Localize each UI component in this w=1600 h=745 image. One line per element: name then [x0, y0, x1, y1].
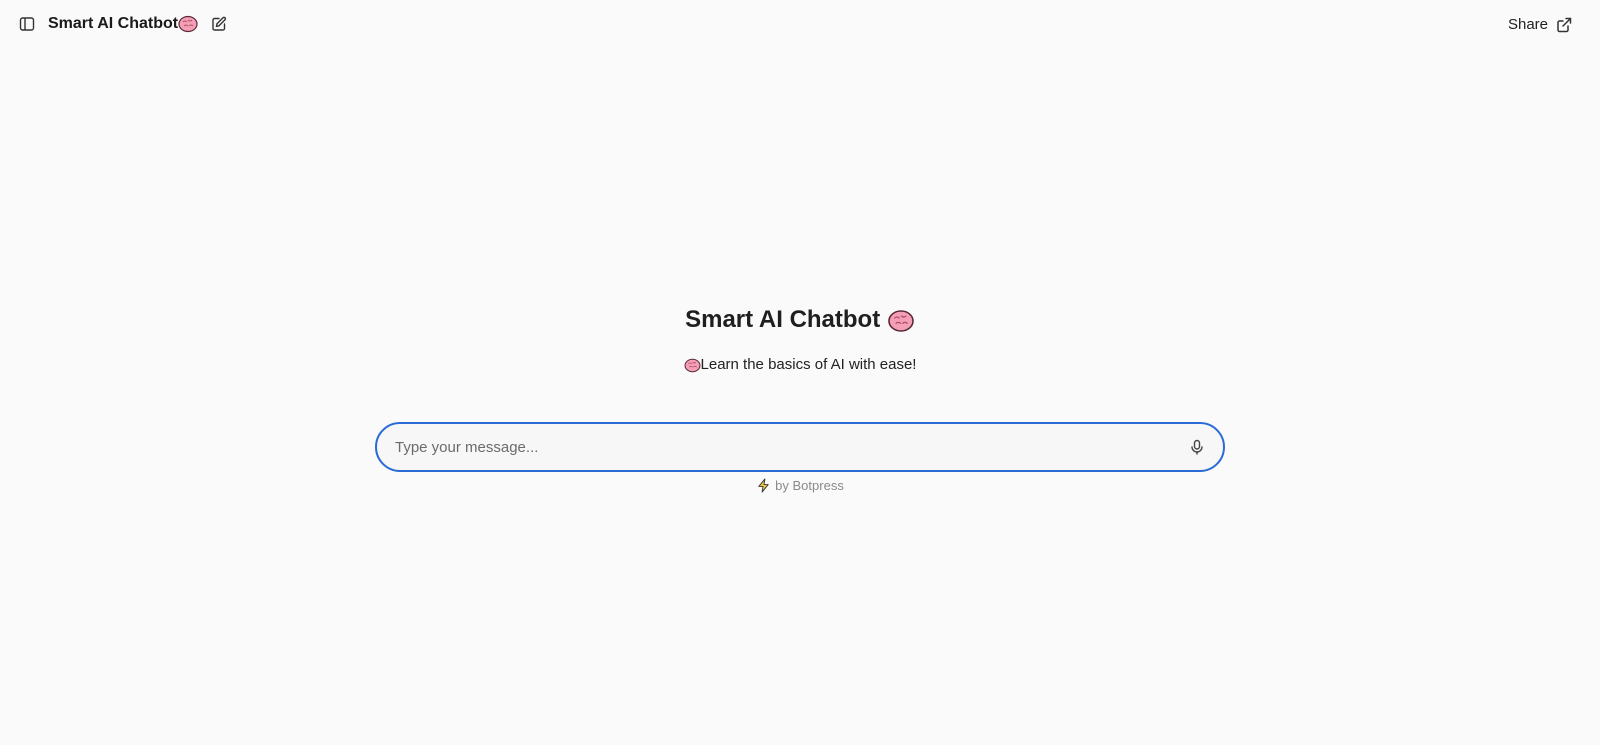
share-button[interactable]: Share	[1508, 16, 1572, 33]
chat-page: Smart AI Chatbot Share Smart AI Chatbot	[0, 0, 1600, 745]
app-title-text: Smart AI Chatbot	[48, 15, 179, 32]
powered-by-text: by Botpress	[775, 478, 844, 493]
brain-icon	[178, 15, 198, 33]
hero-title-text: Smart AI Chatbot	[685, 306, 881, 333]
microphone-icon	[1191, 439, 1203, 455]
sidebar-toggle-icon[interactable]	[16, 13, 38, 35]
message-composer	[375, 422, 1225, 472]
message-input[interactable]	[393, 431, 1183, 463]
brain-icon	[888, 309, 914, 332]
microphone-button[interactable]	[1183, 433, 1211, 461]
header-left: Smart AI Chatbot	[16, 12, 230, 36]
powered-by[interactable]: by Botpress	[0, 478, 1600, 493]
hero-title: Smart AI Chatbot	[0, 306, 1600, 334]
hero-subtitle-text: Learn the basics of AI with ease!	[700, 356, 917, 373]
share-label: Share	[1507, 16, 1548, 33]
hero-subtitle: Learn the basics of AI with ease!	[0, 356, 1600, 373]
lightning-icon	[758, 478, 769, 493]
edit-icon[interactable]	[208, 13, 230, 35]
app-title: Smart AI Chatbot	[48, 15, 198, 33]
external-link-icon	[1557, 17, 1572, 32]
brain-icon	[684, 358, 701, 372]
